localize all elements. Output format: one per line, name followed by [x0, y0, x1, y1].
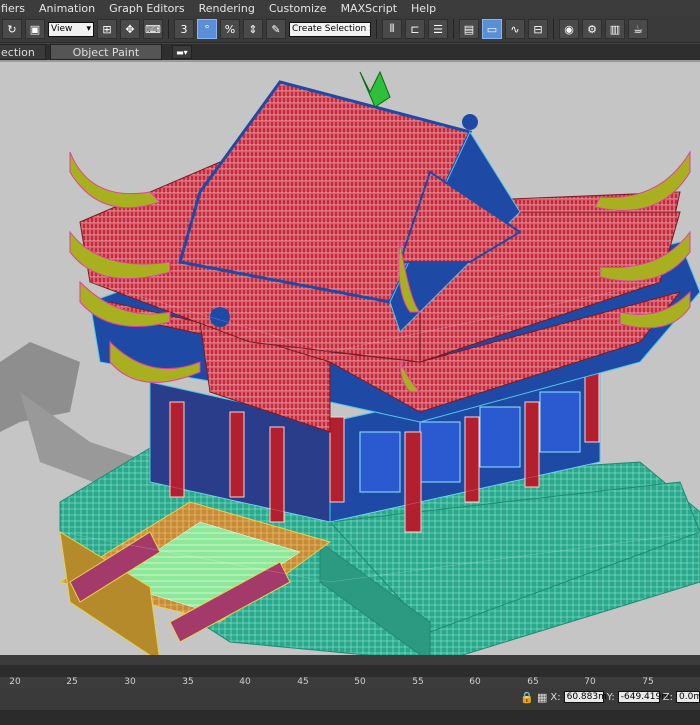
menu-customize[interactable]: Customize [262, 2, 334, 15]
perspective-viewport[interactable] [0, 60, 700, 655]
angle-snap-icon[interactable]: ° [197, 19, 217, 39]
spinner-snap-icon[interactable]: ⇕ [243, 19, 263, 39]
menu-bar: ifiers Animation Graph Editors Rendering… [0, 0, 700, 16]
keyboard-shortcut-icon[interactable]: ⌨ [143, 19, 163, 39]
timeline-tick-label: 40 [239, 677, 251, 687]
timeline-tick-label: 45 [297, 677, 309, 687]
percent-snap-label: % [224, 22, 236, 36]
timeline-tick-label: 20 [9, 677, 21, 687]
snap-toggle-icon[interactable]: 3 [174, 19, 194, 39]
x-coordinate-field[interactable]: 60.883m [563, 691, 607, 703]
toolbar-divider [553, 19, 554, 39]
timeline-tick-label: 25 [66, 677, 78, 687]
tab-object-paint[interactable]: Object Paint [49, 44, 162, 60]
menu-animation[interactable]: Animation [32, 2, 102, 15]
snap-label: 3 [180, 22, 188, 36]
layer-manager-icon[interactable]: ☰ [428, 19, 448, 39]
time-slider[interactable]: 20 25 30 35 40 45 50 55 60 65 70 75 [0, 655, 700, 688]
schematic-view-icon[interactable]: ⊟ [528, 19, 548, 39]
toolbar-divider [453, 19, 454, 39]
scene-explorer-icon[interactable]: ▤ [459, 19, 479, 39]
chevron-down-icon: ▾ [86, 24, 91, 34]
reference-coordinate-value: View [51, 24, 73, 34]
z-coordinate-field[interactable]: 0.0m [676, 691, 700, 703]
timeline-track[interactable] [0, 665, 700, 677]
menu-help[interactable]: Help [404, 2, 443, 15]
timeline-tick-label: 35 [182, 677, 194, 687]
toolbar-divider [376, 19, 377, 39]
material-editor-icon[interactable]: ◉ [559, 19, 579, 39]
timeline-tick-label: 50 [354, 677, 366, 687]
ribbon-tabs: ection Object Paint ▬▾ [0, 44, 700, 60]
status-bar: 🔒 ▦ X: 60.883m Y: -649.419m Z: 0.0m [0, 688, 700, 725]
y-label: Y: [606, 691, 615, 703]
named-selection-set-dropdown[interactable]: Create Selection Se ▾ [289, 21, 371, 37]
edit-named-selection-icon[interactable]: ✎ [266, 19, 286, 39]
pivot-icon[interactable]: ⊞ [97, 19, 117, 39]
angle-snap-label: ° [204, 22, 210, 36]
timeline-tick-label: 65 [527, 677, 539, 687]
named-selection-set-value: Create Selection Se [292, 24, 370, 34]
transform-type-in: 🔒 ▦ X: 60.883m Y: -649.419m Z: 0.0m [520, 690, 700, 704]
temple-wireframe-render [0, 70, 700, 655]
timeline-tick-label: 75 [642, 677, 654, 687]
z-label: Z: [662, 691, 673, 703]
menu-maxscript[interactable]: MAXScript [334, 2, 404, 15]
timeline-tick-label: 55 [412, 677, 424, 687]
tab-object-paint-label: Object Paint [72, 45, 140, 59]
absolute-mode-icon[interactable]: ▦ [537, 691, 547, 704]
timeline-tick-label: 30 [124, 677, 136, 687]
rendered-frame-window-icon[interactable]: ▥ [605, 19, 625, 39]
move-icon[interactable]: ✥ [120, 19, 140, 39]
lock-icon[interactable]: 🔒 [520, 691, 534, 704]
ribbon-options-icon[interactable]: ▬▾ [171, 45, 192, 59]
x-label: X: [550, 691, 561, 703]
reference-coordinate-select[interactable]: View ▾ [48, 21, 94, 37]
tab-selection-label: ection [1, 45, 35, 59]
align-icon[interactable]: ⊏ [405, 19, 425, 39]
main-toolbar: ↻ ▣ View ▾ ⊞ ✥ ⌨ 3 ° % ⇕ ✎ Create Select… [0, 16, 700, 43]
mirror-icon[interactable]: ⫴ [382, 19, 402, 39]
select-region-icon[interactable]: ▣ [25, 19, 45, 39]
menu-graph-editors[interactable]: Graph Editors [102, 2, 192, 15]
menu-modifiers[interactable]: ifiers [0, 2, 32, 15]
curve-editor-icon[interactable]: ∿ [505, 19, 525, 39]
prompt-line [0, 710, 700, 725]
percent-snap-icon[interactable]: % [220, 19, 240, 39]
toolbar-divider [168, 19, 169, 39]
render-setup-icon[interactable]: ⚙ [582, 19, 602, 39]
menu-rendering[interactable]: Rendering [192, 2, 262, 15]
y-coordinate-field[interactable]: -649.419m [617, 691, 670, 703]
timeline-tick-label: 60 [469, 677, 481, 687]
redo-icon[interactable]: ↻ [2, 19, 22, 39]
tab-selection[interactable]: ection [0, 44, 46, 60]
graphite-ribbon-icon[interactable]: ▭ [482, 19, 502, 39]
render-production-icon[interactable]: ☕ [628, 19, 648, 39]
timeline-tick-label: 70 [584, 677, 596, 687]
